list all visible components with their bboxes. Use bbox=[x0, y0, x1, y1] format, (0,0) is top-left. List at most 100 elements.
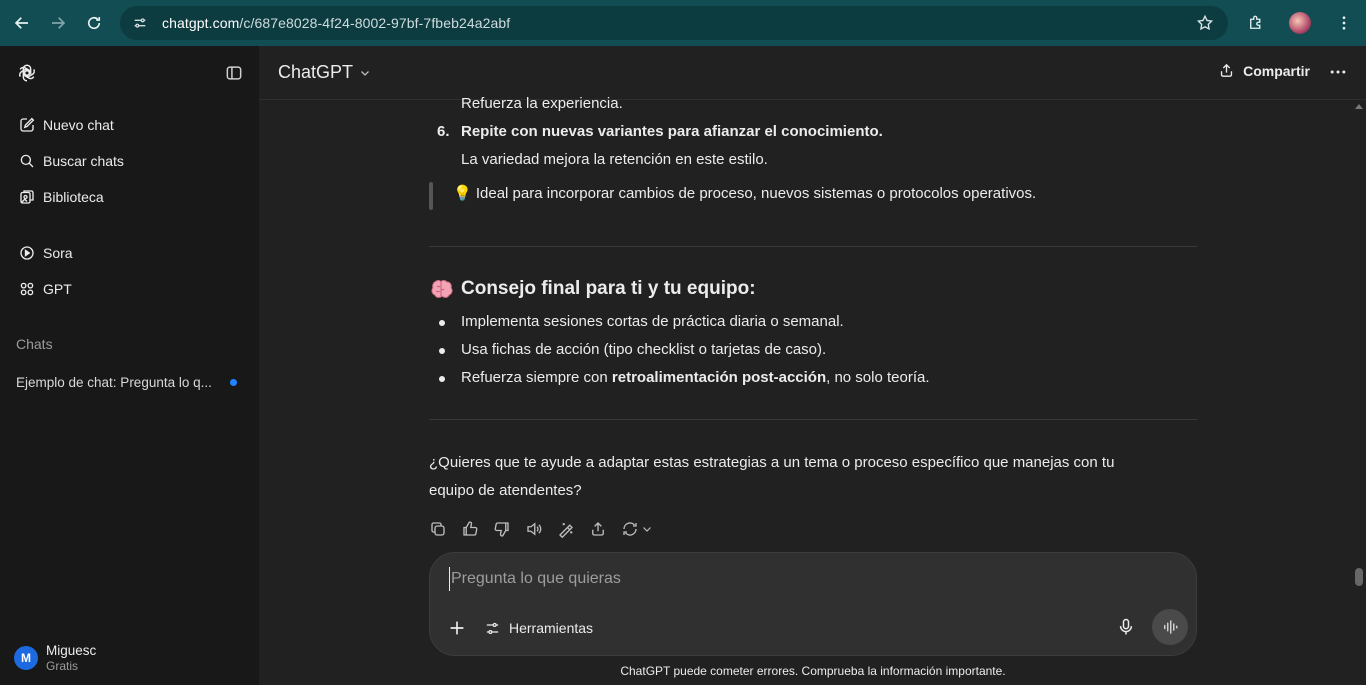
share-button[interactable]: Compartir bbox=[1218, 62, 1310, 79]
speaker-icon bbox=[527, 522, 542, 536]
prompt-composer[interactable]: Pregunta lo que quieras Herramientas bbox=[429, 552, 1197, 656]
magic-pen-icon bbox=[559, 523, 573, 539]
play-circle-icon bbox=[20, 246, 34, 260]
disclaimer: ChatGPT puede cometer errores. Comprueba… bbox=[620, 664, 1006, 678]
sidebar-item-new-chat[interactable]: Nuevo chat bbox=[8, 108, 251, 142]
list-item: Implementa sesiones cortas de práctica d… bbox=[461, 313, 844, 330]
back-button[interactable] bbox=[4, 5, 40, 41]
scroll-up-icon[interactable] bbox=[1355, 104, 1363, 109]
site-settings-icon[interactable] bbox=[132, 15, 148, 31]
list-item: Refuerza siempre con retroalimentación p… bbox=[461, 369, 930, 386]
sidebar-item-library[interactable]: Biblioteca bbox=[8, 180, 251, 214]
model-name: ChatGPT bbox=[278, 62, 354, 82]
voice-wave-icon bbox=[1164, 620, 1178, 634]
bullet-dot bbox=[439, 320, 445, 326]
scroll-thumb[interactable] bbox=[1355, 568, 1363, 586]
chevron-down-icon bbox=[361, 70, 369, 76]
divider bbox=[429, 246, 1197, 247]
copy-icon bbox=[431, 522, 445, 536]
scrollbar[interactable] bbox=[1352, 100, 1366, 685]
sidebar-item-label: Nuevo chat bbox=[43, 117, 114, 133]
plus-icon[interactable] bbox=[446, 617, 468, 639]
main-header: ChatGPT Compartir bbox=[259, 46, 1366, 100]
thumbs-up-button[interactable] bbox=[461, 520, 479, 538]
brain-icon bbox=[431, 280, 453, 298]
chat-history-item[interactable]: Ejemplo de chat: Pregunta lo q... bbox=[8, 364, 251, 400]
tools-label: Herramientas bbox=[509, 620, 594, 636]
read-aloud-button[interactable] bbox=[525, 520, 543, 538]
sidebar-item-label: Biblioteca bbox=[43, 189, 104, 205]
step-6-description: La variedad mejora la retención en este … bbox=[461, 151, 768, 168]
address-bar[interactable]: chatgpt.com/c/687e8028-4f24-8002-97bf-7f… bbox=[120, 6, 1228, 40]
thumbs-up-icon bbox=[463, 521, 478, 536]
profile-avatar-icon bbox=[1289, 12, 1311, 34]
divider bbox=[429, 419, 1197, 420]
bullet-dot bbox=[439, 376, 445, 382]
unread-dot bbox=[230, 379, 237, 386]
grid-icon bbox=[20, 282, 34, 296]
browser-menu-button[interactable] bbox=[1326, 5, 1362, 41]
prompt-input[interactable]: Pregunta lo que quieras bbox=[449, 567, 621, 591]
step-6-number: 6. bbox=[437, 123, 450, 140]
arrow-left-icon bbox=[14, 17, 28, 29]
section-heading: Consejo final para ti y tu equipo: bbox=[429, 275, 756, 303]
sidebar-item-label: GPT bbox=[43, 281, 72, 297]
sliders-icon bbox=[486, 622, 499, 634]
upload-icon bbox=[592, 522, 604, 536]
main-panel: ChatGPT Compartir Refuerza la experienci… bbox=[259, 46, 1366, 685]
forward-button[interactable] bbox=[40, 5, 76, 41]
avatar: M bbox=[14, 646, 38, 670]
search-icon bbox=[20, 154, 34, 168]
copy-button[interactable] bbox=[429, 520, 447, 538]
browser-toolbar: chatgpt.com/c/687e8028-4f24-8002-97bf-7f… bbox=[0, 0, 1366, 46]
reload-button[interactable] bbox=[76, 5, 112, 41]
follow-up-question-line-1: ¿Quieres que te ayude a adaptar estas es… bbox=[429, 454, 1115, 471]
edit-icon bbox=[20, 117, 35, 132]
regenerate-icon bbox=[623, 522, 637, 536]
user-name: Miguesc bbox=[46, 642, 97, 658]
sidebar: Nuevo chat Buscar chats Biblioteca Sora … bbox=[0, 46, 259, 685]
kebab-menu-icon bbox=[1342, 16, 1346, 30]
bullet-dot bbox=[439, 348, 445, 354]
sidebar-item-gpt[interactable]: GPT bbox=[8, 272, 251, 306]
thumbs-down-icon bbox=[494, 522, 509, 537]
arrow-right-icon bbox=[52, 17, 66, 29]
browser-actions bbox=[1230, 5, 1366, 41]
puzzle-icon bbox=[1250, 15, 1261, 29]
edit-canvas-button[interactable] bbox=[557, 520, 575, 539]
list-item: Usa fichas de acción (tipo checklist o t… bbox=[461, 341, 827, 358]
model-selector[interactable]: ChatGPT bbox=[278, 62, 371, 83]
sidebar-toggle-icon[interactable] bbox=[224, 63, 244, 83]
share-label: Compartir bbox=[1243, 62, 1310, 79]
chevron-down-icon bbox=[643, 527, 651, 532]
thumbs-down-button[interactable] bbox=[493, 520, 511, 538]
sidebar-item-search-chats[interactable]: Buscar chats bbox=[8, 144, 251, 178]
sidebar-item-label: Sora bbox=[43, 245, 73, 261]
step-5-description: Refuerza la experiencia. bbox=[461, 95, 623, 112]
reload-icon bbox=[87, 16, 101, 30]
tools-button[interactable]: Herramientas bbox=[484, 617, 593, 639]
blockquote-bar bbox=[429, 182, 433, 210]
sidebar-item-sora[interactable]: Sora bbox=[8, 236, 251, 270]
user-plan: Gratis bbox=[46, 658, 79, 673]
message-actions bbox=[429, 518, 669, 540]
more-options-icon[interactable] bbox=[1328, 62, 1348, 82]
chat-title: Ejemplo de chat: Pregunta lo q... bbox=[16, 374, 212, 390]
url-text[interactable]: chatgpt.com/c/687e8028-4f24-8002-97bf-7f… bbox=[162, 15, 510, 31]
openai-logo-icon[interactable] bbox=[16, 62, 38, 84]
heading-text: Consejo final para ti y tu equipo: bbox=[461, 278, 756, 299]
step-6-title: Repite con nuevas variantes para afianza… bbox=[461, 123, 883, 140]
voice-mode-button[interactable] bbox=[1152, 609, 1188, 645]
sidebar-item-label: Buscar chats bbox=[43, 153, 124, 169]
profile-button[interactable] bbox=[1282, 5, 1318, 41]
extensions-button[interactable] bbox=[1238, 5, 1274, 41]
tip-quote: 💡 Ideal para incorporar cambios de proce… bbox=[453, 180, 1036, 208]
library-icon bbox=[20, 190, 34, 204]
user-profile[interactable]: M Miguesc Gratis bbox=[8, 638, 251, 678]
microphone-icon[interactable] bbox=[1116, 617, 1136, 637]
regenerate-button[interactable] bbox=[621, 520, 655, 538]
lightbulb-icon: 💡 bbox=[453, 185, 472, 202]
chats-section-label: Chats bbox=[16, 336, 53, 352]
star-icon[interactable] bbox=[1196, 14, 1214, 32]
share-message-button[interactable] bbox=[589, 520, 607, 538]
